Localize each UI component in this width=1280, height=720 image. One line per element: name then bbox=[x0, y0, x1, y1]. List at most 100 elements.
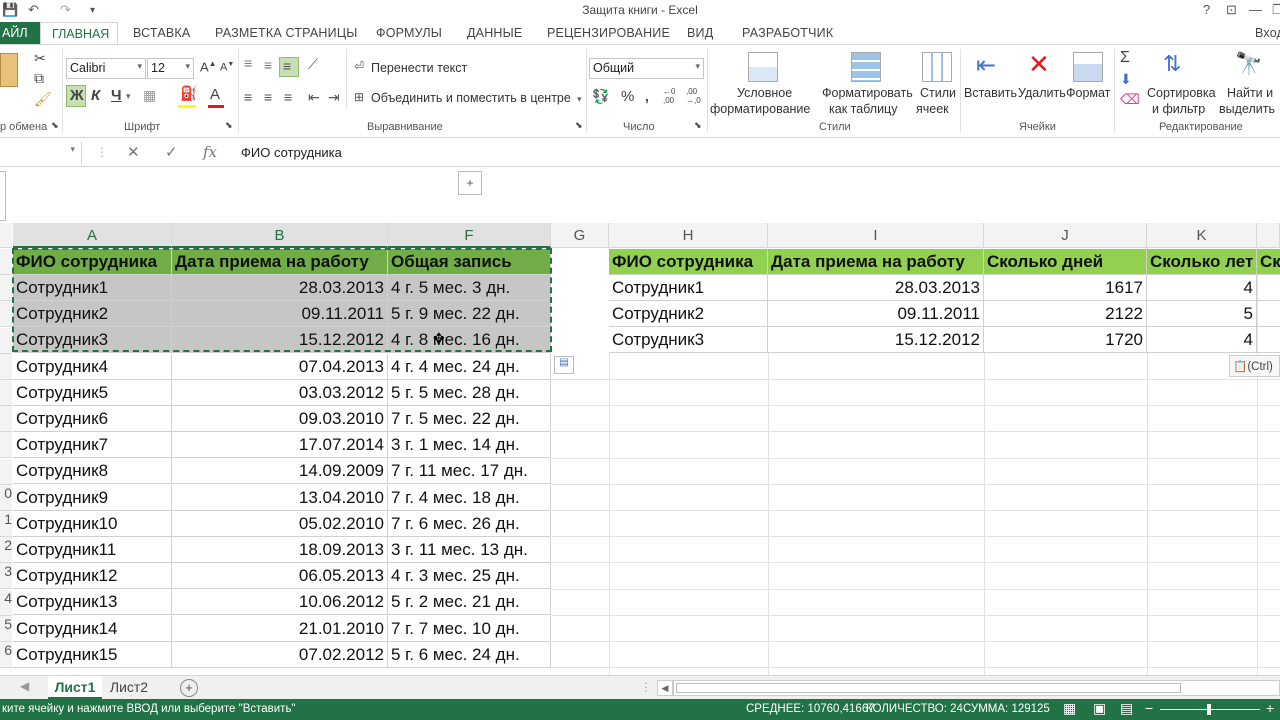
cell-days[interactable]: 1720 bbox=[984, 327, 1147, 354]
insert-cells-button[interactable]: Вставить bbox=[964, 86, 1017, 100]
cell-name[interactable]: Сотрудник11 bbox=[13, 537, 172, 563]
increase-indent-icon[interactable]: ⇥ bbox=[328, 89, 340, 106]
format-as-table-icon[interactable] bbox=[851, 52, 881, 82]
tab-data[interactable]: ДАННЫЕ bbox=[467, 26, 522, 40]
cell-name[interactable]: Сотрудник6 bbox=[13, 406, 172, 432]
row-header[interactable]: 6 bbox=[0, 642, 12, 668]
cell-name[interactable]: Сотрудник2 bbox=[609, 301, 768, 328]
merge-center-icon[interactable]: ⊞ bbox=[354, 90, 364, 104]
bold-button[interactable]: Ж bbox=[70, 87, 84, 104]
format-cells-button[interactable]: Формат bbox=[1066, 86, 1110, 100]
find-select-icon[interactable]: 🔭 bbox=[1235, 51, 1262, 77]
delete-cells-button[interactable]: Удалить bbox=[1018, 86, 1066, 100]
cell-total[interactable]: 7 г. 4 мес. 18 дн. bbox=[388, 484, 551, 511]
conditional-formatting-label-2[interactable]: форматирование bbox=[710, 102, 810, 116]
cell-total[interactable]: 5 г. 2 мес. 21 дн. bbox=[388, 589, 551, 616]
row-header[interactable]: 2 bbox=[0, 537, 12, 564]
cell-name[interactable]: Сотрудник10 bbox=[13, 510, 172, 537]
cell-total[interactable]: 4 г. 3 мес. 25 дн. bbox=[388, 563, 551, 590]
sign-in-link[interactable]: Вход bbox=[1255, 26, 1280, 40]
header-cell-years[interactable]: Сколько лет bbox=[1147, 249, 1257, 275]
cell-total[interactable]: 4 г. 5 мес. 3 дн. bbox=[388, 275, 551, 301]
cell-hire-date[interactable]: 06.05.2013 bbox=[172, 563, 388, 590]
cell-hire-date[interactable]: 21.01.2010 bbox=[172, 615, 388, 642]
cell-total[interactable]: 3 г. 1 мес. 14 дн. bbox=[388, 432, 551, 459]
find-select-label-1[interactable]: Найти и bbox=[1227, 86, 1273, 100]
column-header-k[interactable]: K bbox=[1147, 223, 1257, 248]
column-header-f[interactable]: F bbox=[388, 223, 551, 248]
cell-hire-date[interactable]: 28.03.2013 bbox=[768, 275, 984, 301]
cell-name[interactable]: Сотрудник2 bbox=[13, 301, 172, 328]
cell-total[interactable]: 7 г. 11 мес. 17 дн. bbox=[388, 458, 551, 485]
cell-total[interactable]: 3 г. 11 мес. 13 дн. bbox=[388, 537, 551, 563]
number-launcher-icon[interactable]: ⬊ bbox=[694, 120, 702, 131]
column-header-i[interactable]: I bbox=[768, 223, 984, 248]
accounting-format-icon[interactable]: 💱 bbox=[592, 88, 609, 105]
cell-name[interactable]: Сотрудник15 bbox=[13, 641, 172, 668]
sort-filter-label-2[interactable]: и фильтр bbox=[1152, 102, 1205, 116]
font-launcher-icon[interactable]: ⬊ bbox=[225, 120, 233, 131]
font-size-select[interactable]: 12 ▾ bbox=[147, 58, 194, 79]
cell-hire-date[interactable]: 09.11.2011 bbox=[768, 301, 984, 328]
align-right-icon[interactable]: ≡ bbox=[284, 89, 292, 105]
decrease-decimal-icon[interactable]: ,00 →,0 bbox=[686, 87, 701, 105]
row-header[interactable]: 3 bbox=[0, 563, 12, 590]
tab-page-layout[interactable]: РАЗМЕТКА СТРАНИЦЫ bbox=[215, 26, 358, 40]
row-header[interactable] bbox=[0, 327, 12, 354]
underline-button[interactable]: Ч bbox=[111, 87, 122, 104]
paste-options-button[interactable]: 📋(Ctrl) bbox=[1229, 355, 1280, 377]
prev-sheet-icon[interactable]: ◀ bbox=[20, 679, 29, 693]
page-break-view-icon[interactable]: ▤ bbox=[1120, 700, 1133, 717]
tab-file[interactable]: АЙЛ bbox=[0, 22, 40, 44]
header-cell-name[interactable]: ФИО сотрудника bbox=[609, 249, 768, 275]
wrap-text-button[interactable]: Перенести текст bbox=[371, 61, 467, 75]
cancel-entry-icon[interactable]: ✕ bbox=[127, 143, 140, 161]
align-middle-icon[interactable]: ≡ bbox=[264, 57, 272, 73]
autosum-icon[interactable]: Σ bbox=[1120, 49, 1130, 67]
find-select-label-2[interactable]: выделить bbox=[1219, 102, 1275, 116]
align-center-icon[interactable]: ≡ bbox=[264, 89, 272, 105]
header-cell-name[interactable]: ФИО сотрудника bbox=[13, 249, 172, 275]
cell-months[interactable] bbox=[1257, 327, 1280, 354]
shrink-font-icon[interactable]: A▼ bbox=[220, 61, 234, 74]
paste-icon[interactable] bbox=[0, 53, 18, 87]
cell-years[interactable]: 4 bbox=[1147, 275, 1257, 301]
cell-name[interactable]: Сотрудник13 bbox=[13, 589, 172, 616]
row-header[interactable]: 5 bbox=[0, 615, 12, 642]
cell-total[interactable]: 7 г. 6 мес. 26 дн. bbox=[388, 510, 551, 537]
sort-filter-icon[interactable]: ⇅ bbox=[1163, 51, 1181, 77]
cell-years[interactable]: 5 bbox=[1147, 301, 1257, 328]
cell-hire-date[interactable]: 18.09.2013 bbox=[172, 537, 388, 563]
tab-formulas[interactable]: ФОРМУЛЫ bbox=[376, 26, 442, 40]
cell-total[interactable]: 7 г. 5 мес. 22 дн. bbox=[388, 406, 551, 432]
sheet-tab-2[interactable]: Лист2 bbox=[104, 679, 154, 695]
fill-color-icon[interactable]: ⛽ bbox=[180, 85, 197, 102]
row-header[interactable] bbox=[0, 458, 12, 485]
cell-total[interactable]: 5 г. 6 мес. 24 дн. bbox=[388, 641, 551, 668]
header-cell-total[interactable]: Общая запись bbox=[388, 249, 551, 275]
column-header-g[interactable]: G bbox=[551, 223, 609, 248]
cell-total[interactable]: 4 г. 4 мес. 24 дн. bbox=[388, 353, 551, 380]
number-format-select[interactable]: Общий ▾ bbox=[589, 58, 704, 79]
row-header[interactable]: 4 bbox=[0, 589, 12, 616]
cell-days[interactable]: 2122 bbox=[984, 301, 1147, 328]
quick-analysis-icon[interactable]: ▤ bbox=[554, 356, 574, 374]
header-cell-days[interactable]: Сколько дней bbox=[984, 249, 1147, 275]
cell-name[interactable]: Сотрудник14 bbox=[13, 615, 172, 642]
row-header[interactable] bbox=[0, 406, 12, 433]
merge-center-button[interactable]: Объединить и поместить в центре bbox=[371, 91, 571, 105]
cell-hire-date[interactable]: 15.12.2012 bbox=[768, 327, 984, 354]
cell-hire-date[interactable]: 03.03.2012 bbox=[172, 379, 388, 406]
format-as-table-label-1[interactable]: Форматировать bbox=[822, 86, 913, 100]
cell-hire-date[interactable]: 17.07.2014 bbox=[172, 432, 388, 459]
row-header[interactable] bbox=[0, 275, 12, 302]
row-header[interactable] bbox=[0, 353, 12, 380]
align-top-icon[interactable]: ≡ bbox=[244, 55, 252, 71]
borders-icon[interactable]: ▦ bbox=[143, 87, 156, 104]
header-cell-months[interactable]: Ск bbox=[1257, 249, 1280, 275]
row-header[interactable] bbox=[0, 301, 12, 328]
copy-icon[interactable]: ⧉ bbox=[34, 70, 44, 87]
cell-name[interactable]: Сотрудник4 bbox=[13, 353, 172, 380]
cell-name[interactable]: Сотрудник3 bbox=[609, 327, 768, 354]
ribbon-display-icon[interactable]: ⊡ bbox=[1226, 2, 1237, 18]
